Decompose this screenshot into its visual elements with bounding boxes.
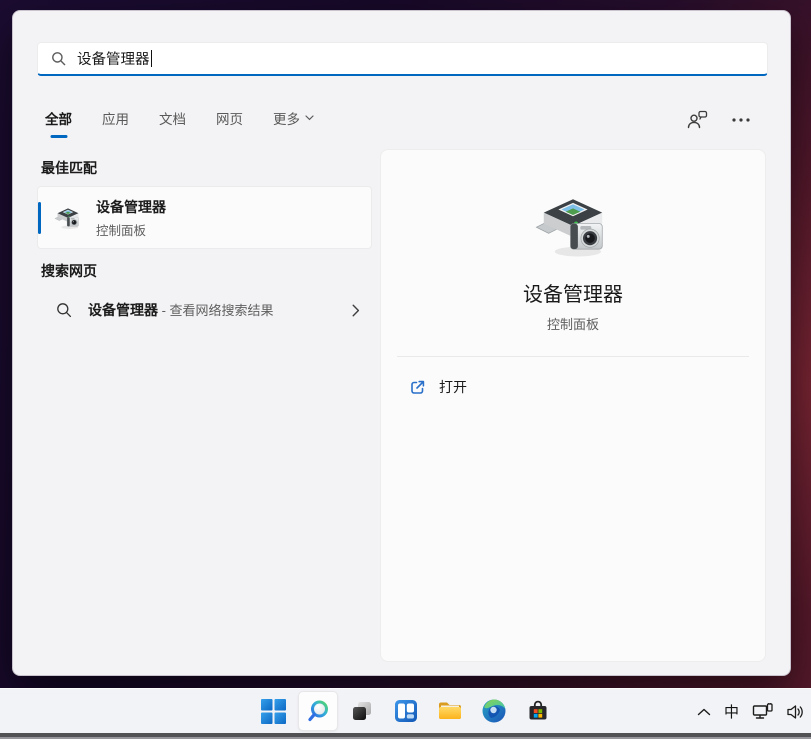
search-icon <box>305 698 331 724</box>
best-match-result-device-manager[interactable]: 设备管理器 控制面板 <box>37 186 372 249</box>
edge-button[interactable] <box>474 691 514 731</box>
tab-more[interactable]: 更多 <box>273 108 314 128</box>
best-match-section-label: 最佳匹配 <box>41 158 97 178</box>
microsoft-store-button[interactable] <box>518 691 558 731</box>
system-tray: 中 <box>697 689 805 734</box>
device-manager-icon <box>54 204 82 232</box>
search-taskbar-button[interactable] <box>298 691 338 731</box>
preview-pane: 设备管理器 控制面板 打开 <box>380 149 766 662</box>
widgets-button[interactable] <box>386 691 426 731</box>
preview-title: 设备管理器 <box>381 278 765 307</box>
tab-all[interactable]: 全部 <box>45 108 72 128</box>
edge-icon <box>481 698 507 724</box>
ellipsis-icon[interactable] <box>732 118 750 122</box>
search-input[interactable]: 设备管理器 <box>37 42 768 76</box>
selected-tab-indicator <box>50 135 67 138</box>
feedback-person-chat-icon[interactable] <box>687 110 708 129</box>
file-explorer-icon <box>437 698 463 724</box>
ime-indicator[interactable]: 中 <box>724 701 739 722</box>
search-query-text: 设备管理器 <box>77 48 150 69</box>
tab-apps[interactable]: 应用 <box>102 108 129 128</box>
preview-divider <box>397 356 749 357</box>
chevron-up-icon[interactable] <box>697 708 711 716</box>
result-subtitle: 控制面板 <box>96 220 166 239</box>
selection-accent-bar <box>38 202 41 234</box>
tab-documents[interactable]: 文档 <box>159 108 186 128</box>
task-view-icon <box>350 699 374 723</box>
preview-subtitle: 控制面板 <box>381 314 765 333</box>
chevron-right-icon[interactable] <box>352 304 360 317</box>
web-search-hint: - 查看网络搜索结果 <box>158 303 274 318</box>
search-header-actions <box>687 110 750 129</box>
web-search-section-label: 搜索网页 <box>41 261 97 281</box>
volume-icon[interactable] <box>786 704 805 720</box>
device-manager-icon <box>381 187 765 270</box>
search-icon <box>56 302 72 318</box>
open-label: 打开 <box>439 377 467 397</box>
web-search-result-row[interactable]: 设备管理器 - 查看网络搜索结果 <box>37 288 372 332</box>
widgets-icon <box>394 699 418 723</box>
result-title: 设备管理器 <box>96 197 166 217</box>
taskbar: 中 <box>0 688 811 733</box>
search-icon <box>51 51 66 66</box>
windows-start-icon <box>261 699 286 724</box>
web-search-text: 设备管理器 - 查看网络搜索结果 <box>88 300 274 320</box>
file-explorer-button[interactable] <box>430 691 470 731</box>
text-caret <box>151 50 153 67</box>
taskbar-center-buttons <box>254 691 558 731</box>
open-external-icon <box>409 379 426 396</box>
start-button[interactable] <box>254 691 294 731</box>
open-action-button[interactable]: 打开 <box>409 377 765 397</box>
search-flyout-window: 设备管理器 全部 应用 文档 网页 更多 <box>12 10 791 676</box>
network-icon[interactable] <box>752 703 773 720</box>
desktop: { "window": { "search_box": { "value": "… <box>0 0 811 739</box>
microsoft-store-icon <box>526 699 550 723</box>
tab-web[interactable]: 网页 <box>216 108 243 128</box>
task-view-button[interactable] <box>342 691 382 731</box>
chevron-down-icon <box>305 115 314 121</box>
search-filter-tabs: 全部 应用 文档 网页 更多 <box>45 108 314 128</box>
